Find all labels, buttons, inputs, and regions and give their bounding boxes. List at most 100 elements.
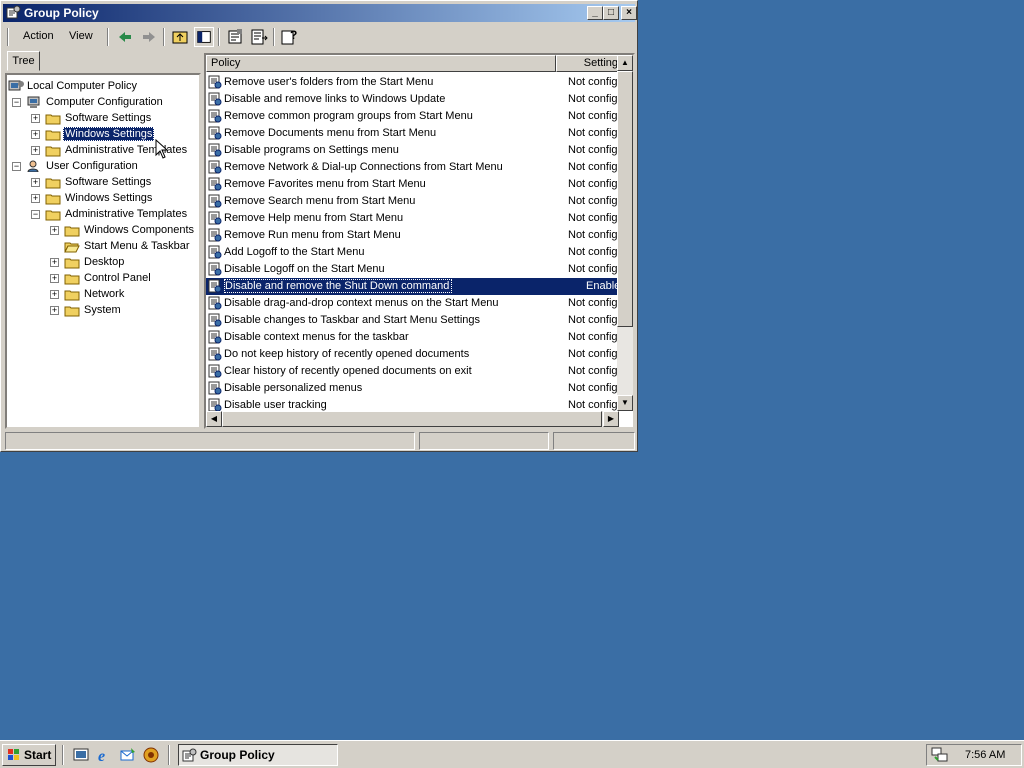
policy-row[interactable]: Do not keep history of recently opened d… <box>206 346 633 363</box>
policy-row[interactable]: Clear history of recently opened documen… <box>206 363 633 380</box>
export-list-icon[interactable] <box>249 27 269 47</box>
policy-row[interactable]: Add Logoff to the Start Menu Not configur… <box>206 244 633 261</box>
policy-name: Remove Favorites menu from Start Menu <box>224 178 426 190</box>
show-hide-tree-icon[interactable] <box>194 27 214 47</box>
policy-setting-icon <box>208 245 222 259</box>
column-header-setting[interactable]: Setting <box>556 55 619 72</box>
folder-icon <box>45 146 61 157</box>
collapse-toggle[interactable]: − <box>12 162 21 171</box>
policy-setting-icon <box>208 177 222 191</box>
internet-explorer-icon[interactable]: e <box>96 746 114 764</box>
svg-text:?: ? <box>290 28 297 42</box>
folder-icon <box>64 258 80 269</box>
policy-row[interactable]: Disable personalized menus Not configured <box>206 380 633 397</box>
show-desktop-icon[interactable] <box>72 746 90 764</box>
column-header-policy[interactable]: Policy <box>206 55 556 72</box>
policy-row[interactable]: Disable changes to Taskbar and Start Men… <box>206 312 633 329</box>
collapse-toggle[interactable]: − <box>31 210 40 219</box>
policy-setting-icon <box>208 228 222 242</box>
policy-name: Remove Help menu from Start Menu <box>224 212 404 224</box>
tree-label: System <box>84 304 121 316</box>
expand-toggle[interactable]: + <box>50 306 59 315</box>
view-menu[interactable]: View <box>69 30 93 42</box>
title-bar[interactable]: Group Policy _ □ × <box>3 4 637 22</box>
tree-label: Windows Components <box>84 224 195 236</box>
policy-name: Remove Search menu from Start Menu <box>224 195 416 207</box>
tab-tree[interactable]: Tree <box>7 51 40 71</box>
policy-row[interactable]: Remove common program groups from Start … <box>206 108 633 125</box>
scroll-up-button[interactable]: ▲ <box>617 55 633 71</box>
up-folder-icon[interactable] <box>170 27 190 47</box>
start-button[interactable]: Start <box>2 744 56 766</box>
expand-toggle[interactable]: + <box>31 130 40 139</box>
collapse-toggle[interactable]: − <box>12 98 21 107</box>
policy-row[interactable]: Remove Search menu from Start Menu Not co… <box>206 193 633 210</box>
status-panel <box>553 432 635 450</box>
policy-row-selected[interactable]: Disable and remove the Shut Down command… <box>206 278 626 295</box>
policy-row[interactable]: Remove Run menu from Start Menu Not confi… <box>206 227 633 244</box>
policy-setting-icon <box>208 381 222 395</box>
policy-row[interactable]: Disable context menus for the taskbar Not… <box>206 329 633 346</box>
forward-arrow-icon[interactable] <box>139 27 159 47</box>
start-label: Start <box>24 748 52 762</box>
computer-icon <box>27 96 40 108</box>
policy-setting-icon <box>208 296 222 310</box>
folder-icon <box>45 114 61 125</box>
policy-row[interactable]: Disable and remove links to Windows Upda… <box>206 91 633 108</box>
policy-setting-icon <box>208 364 222 378</box>
horizontal-scrollbar[interactable]: ◀ ▶ <box>206 411 619 427</box>
scroll-left-button[interactable]: ◀ <box>206 411 222 427</box>
group-policy-icon <box>182 748 197 762</box>
policy-name: Remove common program groups from Start … <box>224 110 473 122</box>
properties-icon[interactable] <box>225 27 245 47</box>
expand-toggle[interactable]: + <box>31 146 40 155</box>
expand-toggle[interactable]: + <box>31 178 40 187</box>
policy-name: Add Logoff to the Start Menu <box>224 246 365 258</box>
policy-name: Disable and remove links to Windows Upda… <box>224 93 446 105</box>
folder-icon <box>45 210 61 221</box>
policy-row[interactable]: Remove Help menu from Start Menu Not conf… <box>206 210 633 227</box>
expand-toggle[interactable]: + <box>50 226 59 235</box>
policy-row[interactable]: Disable drag-and-drop context menus on t… <box>206 295 633 312</box>
media-player-icon[interactable] <box>142 746 160 764</box>
folder-icon <box>64 226 80 237</box>
policy-row[interactable]: Remove Network & Dial-up Connections fro… <box>206 159 633 176</box>
outlook-express-icon[interactable] <box>119 746 137 764</box>
expand-toggle[interactable]: + <box>50 258 59 267</box>
policy-row[interactable]: Disable programs on Settings menu Not con… <box>206 142 633 159</box>
policy-setting-icon <box>208 75 222 89</box>
clock: 7:56 AM <box>965 749 1006 761</box>
expand-toggle[interactable]: + <box>50 274 59 283</box>
vertical-scrollbar[interactable]: ▲ ▼ <box>617 55 633 411</box>
expand-toggle[interactable]: + <box>31 114 40 123</box>
policy-setting-icon <box>208 109 222 123</box>
back-arrow-icon[interactable] <box>115 27 135 47</box>
expand-toggle[interactable]: + <box>31 194 40 203</box>
help-icon[interactable]: ? <box>279 27 299 47</box>
scroll-right-button[interactable]: ▶ <box>603 411 619 427</box>
task-button-group-policy[interactable]: Group Policy <box>178 744 338 766</box>
network-connection-icon[interactable] <box>931 747 949 763</box>
expand-toggle[interactable]: + <box>50 290 59 299</box>
policy-row[interactable]: Remove Documents menu from Start Menu Not… <box>206 125 633 142</box>
tree-label: Software Settings <box>65 112 152 124</box>
policy-name: Disable context menus for the taskbar <box>224 331 409 343</box>
close-button[interactable]: × <box>621 6 637 20</box>
status-panel <box>5 432 415 450</box>
scroll-thumb[interactable] <box>617 71 633 327</box>
policy-name: Disable personalized menus <box>224 382 363 394</box>
maximize-button[interactable]: □ <box>603 6 619 20</box>
status-bar <box>5 432 635 450</box>
minimize-button[interactable]: _ <box>587 6 603 20</box>
policy-setting-icon <box>208 126 222 140</box>
policy-row[interactable]: Remove Favorites menu from Start Menu Not… <box>206 176 633 193</box>
hscroll-thumb[interactable] <box>222 411 602 427</box>
action-menu[interactable]: Action <box>23 30 54 42</box>
folder-icon <box>45 178 61 189</box>
policy-setting-icon <box>208 347 222 361</box>
policy-name: Clear history of recently opened documen… <box>224 365 472 377</box>
policy-row[interactable]: Remove user's folders from the Start Men… <box>206 74 633 91</box>
policy-row[interactable]: Disable Logoff on the Start Menu Not conf… <box>206 261 633 278</box>
scroll-down-button[interactable]: ▼ <box>617 395 633 411</box>
tree-label: Network <box>84 288 125 300</box>
